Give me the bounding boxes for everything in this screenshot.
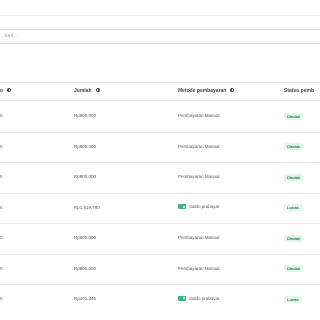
- payment-method-cell: Saldo prabayar: [178, 295, 220, 301]
- status-cell: Ditolak: [284, 173, 304, 181]
- status-cell: Ditolak: [284, 143, 304, 151]
- column-header-method[interactable]: Metode pembayaran: [178, 87, 235, 94]
- status-badge: Lunas: [284, 204, 302, 212]
- payment-method-label: Pembayaran Manual: [178, 143, 220, 149]
- row-first-cell: 5: [0, 113, 3, 119]
- info-icon[interactable]: [95, 87, 100, 92]
- row-first-cell: 5: [0, 265, 3, 271]
- payment-method-label: Pembayaran Manual: [178, 113, 220, 119]
- payment-method-label: Pembayaran Manual: [178, 235, 220, 241]
- status-badge: Ditolak: [284, 265, 304, 273]
- amount-cell: Rp800.000: [74, 265, 97, 271]
- top-divider: [0, 15, 320, 16]
- amount-cell: Rp1.619.790: [74, 204, 100, 210]
- status-badge: Ditolak: [284, 234, 304, 242]
- amount-cell: Rp800.000: [74, 113, 97, 119]
- row-first-cell: 5: [0, 143, 3, 149]
- status-badge: Ditolak: [284, 112, 304, 120]
- amount-cell: Rp800.000: [74, 143, 97, 149]
- row-divider: [0, 192, 320, 194]
- status-cell: Lunas: [284, 295, 302, 303]
- payment-method-cell: Saldo prabayar: [178, 204, 220, 210]
- row-divider: [0, 284, 320, 285]
- column-header-method-label: Metode pembayaran: [178, 88, 227, 94]
- column-header-amount[interactable]: Jumlah: [74, 87, 100, 94]
- payment-method-cell: Pembayaran Manual: [178, 144, 220, 149]
- payment-method-label: Saldo prabayar: [189, 204, 220, 210]
- status-cell: Ditolak: [284, 112, 304, 120]
- column-header-first[interactable]: o: [0, 87, 12, 94]
- payment-method-cell: Pembayaran Manual: [178, 266, 220, 271]
- status-cell: Ditolak: [284, 265, 304, 273]
- amount-cell: Rp401.346: [74, 296, 97, 302]
- info-icon[interactable]: [7, 87, 12, 92]
- row-divider: [0, 162, 320, 163]
- search-input[interactable]: ...kan...: [0, 29, 320, 44]
- column-header-first-label: o: [0, 88, 4, 94]
- row-first-cell: 5: [0, 235, 3, 241]
- status-badge: Ditolak: [284, 173, 304, 181]
- row-first-cell: 5: [0, 296, 3, 302]
- amount-cell: Rp800.000: [74, 235, 97, 241]
- status-badge: Ditolak: [284, 143, 304, 151]
- payment-method-label: Pembayaran Manual: [178, 174, 220, 180]
- payment-method-label: Pembayaran Manual: [178, 265, 220, 271]
- search-placeholder: ...kan...: [1, 33, 18, 39]
- header-divider: [0, 100, 320, 101]
- payment-method-cell: Pembayaran Manual: [178, 113, 220, 118]
- wallet-icon: [178, 295, 186, 301]
- payment-method-cell: Pembayaran Manual: [178, 174, 220, 179]
- status-cell: Ditolak: [284, 234, 304, 242]
- column-header-status-label: Status pemb: [284, 88, 315, 94]
- column-header-status[interactable]: Status pemb: [284, 88, 314, 94]
- info-icon[interactable]: [230, 87, 235, 92]
- row-divider: [0, 253, 320, 255]
- payment-method-label: Saldo prabayar: [189, 295, 220, 301]
- payment-method-cell: Pembayaran Manual: [178, 235, 220, 240]
- status-cell: Lunas: [284, 204, 302, 212]
- amount-cell: Rp800.000: [74, 174, 97, 180]
- wallet-icon: [178, 204, 186, 210]
- table-top-divider: [0, 82, 320, 83]
- status-badge: Lunas: [284, 295, 302, 303]
- row-divider: [0, 131, 320, 133]
- row-first-cell: 5: [0, 174, 3, 180]
- column-header-amount-label: Jumlah: [74, 88, 92, 94]
- row-first-cell: 5: [0, 204, 3, 210]
- row-divider: [0, 223, 320, 224]
